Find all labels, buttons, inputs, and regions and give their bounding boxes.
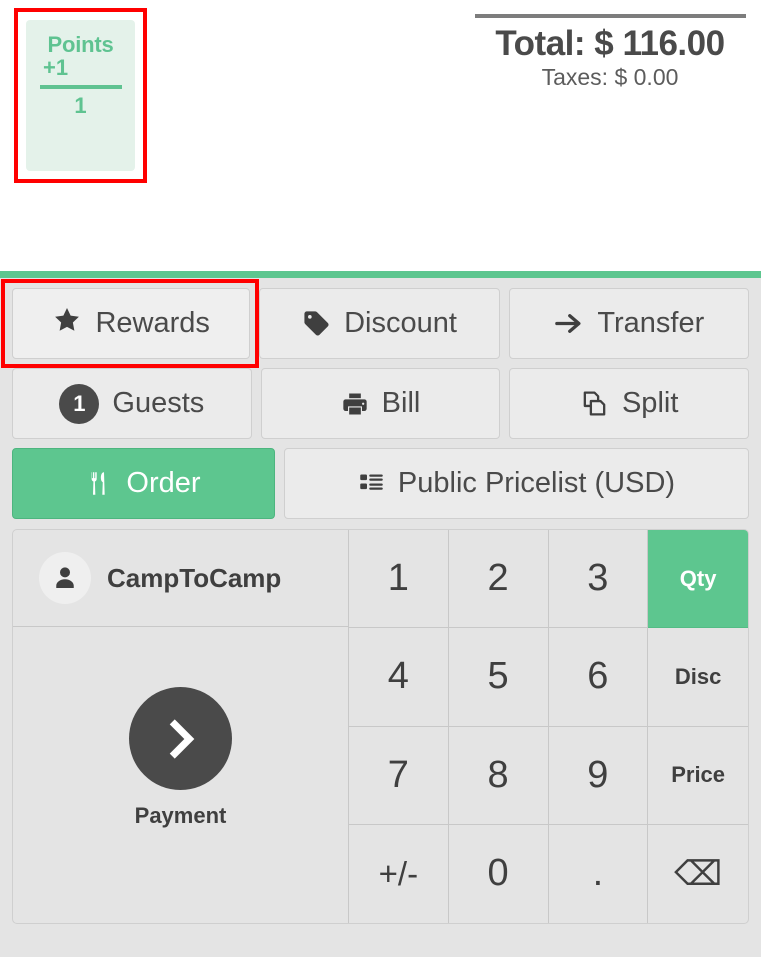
- bill-button[interactable]: Bill: [260, 368, 501, 439]
- numpad-key-5[interactable]: 5: [448, 628, 549, 727]
- numpad: 1 2 3 Qty 4 5 6 Disc 7 8 9 Price +/- 0 .…: [349, 530, 748, 923]
- numpad-key-7[interactable]: 7: [349, 726, 449, 825]
- printer-icon: [341, 390, 369, 418]
- numpad-key-0[interactable]: 0: [449, 824, 549, 923]
- points-delta: +1: [43, 55, 69, 81]
- numpad-mode-disc[interactable]: Disc: [648, 628, 748, 727]
- split-button[interactable]: Split: [509, 368, 750, 439]
- list-icon: [358, 470, 385, 497]
- arrow-right-icon: [553, 308, 584, 339]
- numpad-key-4[interactable]: 4: [349, 628, 449, 727]
- action-row-1: Rewards Discount Transfer: [1, 279, 749, 368]
- chevron-right-icon: [129, 687, 232, 790]
- customer-and-keypad-panel: CampToCamp Payment 1 2 3 Qty 4 5 6 Disc …: [12, 529, 749, 924]
- pricelist-button[interactable]: Public Pricelist (USD): [284, 448, 749, 519]
- user-icon: [39, 552, 91, 604]
- customer-name: CampToCamp: [107, 562, 282, 593]
- transfer-button[interactable]: Transfer: [508, 288, 749, 359]
- guest-count-badge: 1: [59, 383, 100, 424]
- action-row-3: Order Public Pricelist (USD): [12, 448, 749, 519]
- numpad-key-1[interactable]: 1: [349, 530, 449, 629]
- cutlery-icon: [86, 470, 113, 497]
- loyalty-points-widget[interactable]: Points +1 1: [26, 20, 135, 171]
- pos-control-panel: Rewards Discount Transfer 1 Guests Bill …: [0, 278, 761, 957]
- order-total: Total: $ 116.00: [495, 24, 725, 63]
- numpad-key-8[interactable]: 8: [448, 726, 549, 825]
- guests-button[interactable]: 1 Guests: [12, 368, 252, 439]
- payment-button[interactable]: Payment: [13, 627, 348, 923]
- bill-label: Bill: [381, 387, 421, 419]
- backspace-icon[interactable]: ⌫: [648, 825, 748, 923]
- order-taxes: Taxes: $ 0.00: [541, 64, 679, 91]
- numpad-key-decimal[interactable]: .: [549, 824, 649, 923]
- rewards-label: Rewards: [95, 307, 210, 339]
- order-summary-header: Points +1 1 Total: $ 116.00 Taxes: $ 0.0…: [0, 0, 761, 271]
- customer-payment-column: CampToCamp Payment: [13, 530, 349, 923]
- totals-divider: [474, 14, 746, 18]
- pricelist-label: Public Pricelist (USD): [397, 467, 676, 499]
- numpad-key-6[interactable]: 6: [548, 628, 649, 727]
- guests-label: Guests: [112, 387, 205, 419]
- numpad-mode-price[interactable]: Price: [648, 727, 748, 825]
- numpad-key-sign[interactable]: +/-: [349, 824, 449, 923]
- numpad-key-9[interactable]: 9: [548, 726, 649, 825]
- numpad-key-3[interactable]: 3: [548, 530, 649, 629]
- copy-icon: [580, 389, 609, 418]
- totals-block: Total: $ 116.00 Taxes: $ 0.00: [470, 14, 750, 92]
- payment-label: Payment: [134, 803, 227, 828]
- numpad-mode-qty[interactable]: Qty: [648, 530, 748, 629]
- discount-label: Discount: [344, 307, 457, 339]
- customer-button[interactable]: CampToCamp: [13, 530, 348, 627]
- rewards-button[interactable]: Rewards: [12, 288, 251, 359]
- points-divider: [39, 85, 122, 90]
- points-highlight-box: Points +1 1: [14, 8, 147, 183]
- order-label: Order: [126, 467, 201, 499]
- numpad-key-2[interactable]: 2: [448, 530, 549, 629]
- action-row-2: 1 Guests Bill Split: [12, 368, 750, 439]
- star-icon: [52, 305, 82, 343]
- discount-button[interactable]: Discount: [259, 288, 500, 359]
- points-title: Points: [47, 32, 114, 57]
- accent-bar: [0, 271, 761, 278]
- order-button[interactable]: Order: [12, 448, 275, 519]
- transfer-label: Transfer: [597, 307, 705, 339]
- split-label: Split: [621, 387, 679, 419]
- points-total: 1: [74, 93, 87, 119]
- tag-icon: [302, 309, 331, 338]
- rewards-wrapper: Rewards: [1, 279, 260, 368]
